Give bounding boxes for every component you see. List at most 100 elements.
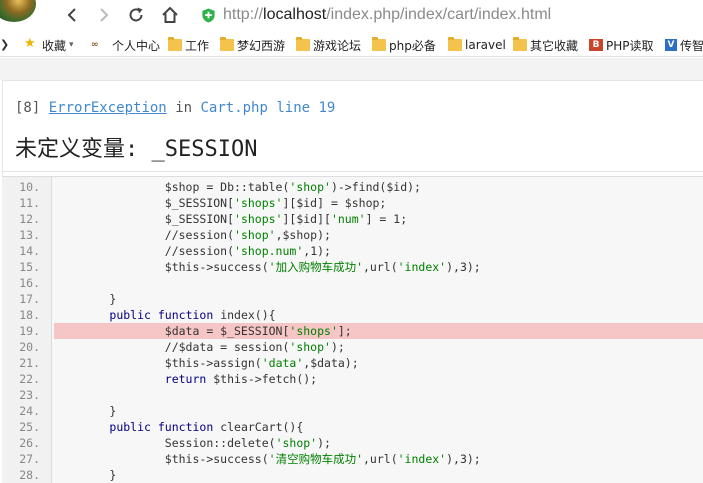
bookmark-folder-mhxy[interactable]: 梦幻西游 xyxy=(220,36,285,54)
shield-icon xyxy=(202,7,215,23)
line-source: //session('shop.num',1); xyxy=(54,244,331,258)
divider xyxy=(3,171,703,172)
reload-icon xyxy=(129,7,143,22)
site-icon: B xyxy=(589,39,603,51)
bookmark-folder-work[interactable]: 工作 xyxy=(168,36,209,54)
code-line: 22. return $this->fetch(); xyxy=(2,371,703,387)
line-source: $this->success('加入购物车成功',url('index'),3)… xyxy=(54,260,481,274)
line-number: 26. xyxy=(19,436,40,450)
line-source: //session('shop',$shop); xyxy=(54,228,331,242)
code-line: 17. } xyxy=(2,291,703,307)
folder-icon xyxy=(448,37,462,51)
code-line: 27. $this->success('清空购物车成功',url('index'… xyxy=(2,451,703,467)
line-source: $this->assign('data',$data); xyxy=(54,356,359,370)
url-scheme: http:// xyxy=(223,6,264,23)
bookmark-label: 其它收藏 xyxy=(530,38,579,53)
exception-class-link[interactable]: ErrorException xyxy=(49,100,167,116)
line-source: return $this->fetch(); xyxy=(164,372,318,386)
line-source: $shop = Db::table('shop')->find($id); xyxy=(54,180,421,194)
line-number: 17. xyxy=(19,292,40,306)
code-line: 12. $_SESSION['shops'][$id]['num'] = 1; xyxy=(2,211,703,227)
bookmark-folder-other[interactable]: 其它收藏 xyxy=(513,36,578,54)
code-line: 25. public function clearCart(){ xyxy=(2,419,703,435)
error-in-label: in xyxy=(175,100,193,116)
bookmark-folder-game-forum[interactable]: 游戏论坛 xyxy=(296,36,361,54)
line-source: public function clearCart(){ xyxy=(109,420,304,434)
bookmark-label: PHP读取 xyxy=(606,38,654,53)
star-icon: ★ xyxy=(24,36,36,51)
line-source: public function index(){ xyxy=(109,308,276,322)
line-number: 18. xyxy=(19,308,40,322)
bookmark-label: 游戏论坛 xyxy=(313,38,362,53)
logo-icon: ∞ xyxy=(91,40,99,50)
line-source: } xyxy=(54,468,117,482)
bookmark-folder-php[interactable]: php必备 xyxy=(372,36,436,54)
code-line: 26. Session::delete('shop'); xyxy=(2,435,703,451)
url-host: localhost xyxy=(263,6,327,23)
folder-icon xyxy=(372,37,386,51)
code-line: 18. public function index(){ xyxy=(2,307,703,323)
bookmark-chuanzhi[interactable]: V 传智 xyxy=(665,36,703,54)
line-number: 21. xyxy=(19,356,40,370)
line-number: 28. xyxy=(19,468,40,482)
line-source: } xyxy=(54,292,117,306)
code-line: 15. $this->success('加入购物车成功',url('index'… xyxy=(2,259,703,275)
error-header: [8] ErrorException in Cart.php line 19 xyxy=(15,100,335,116)
site-icon: V xyxy=(665,39,677,51)
code-line: 28. } xyxy=(2,467,703,483)
line-number: 20. xyxy=(19,340,40,354)
bookmark-label: 梦幻西游 xyxy=(237,38,286,53)
page-margin xyxy=(0,58,703,80)
line-source: $_SESSION['shops'][$id] = $shop; xyxy=(54,196,387,210)
back-button[interactable] xyxy=(61,4,83,26)
line-number: 16. xyxy=(19,276,40,290)
bookmark-label: 个人中心 xyxy=(112,38,161,53)
url-text[interactable]: http://localhost/index.php/index/cart/in… xyxy=(223,6,551,24)
source-code-panel: 10. $shop = Db::table('shop')->find($id)… xyxy=(2,176,703,483)
user-avatar[interactable] xyxy=(0,0,36,22)
reload-button[interactable] xyxy=(125,4,147,26)
line-number: 12. xyxy=(19,212,40,226)
bookmark-label: laravel xyxy=(465,38,506,52)
code-line: 13. //session('shop',$shop); xyxy=(2,227,703,243)
bookmark-php-read[interactable]: B PHP读取 xyxy=(589,36,654,54)
bookmarks-bar: ❯ ★ 收藏 ▾ ∞ 个人中心 工作 梦幻西游 游戏论坛 php必备 larav… xyxy=(0,33,703,57)
back-arrow-icon xyxy=(67,8,76,22)
home-icon xyxy=(162,6,178,23)
line-source: } xyxy=(54,404,117,418)
line-number: 14. xyxy=(19,244,40,258)
forward-arrow-icon xyxy=(100,8,109,22)
error-code: [8] xyxy=(15,100,41,116)
line-number: 11. xyxy=(19,196,40,210)
bookmark-personal-center[interactable]: ∞ 个人中心 xyxy=(91,36,160,54)
bookmark-folder-laravel[interactable]: laravel xyxy=(448,36,506,54)
error-message: 未定义变量: _SESSION xyxy=(15,137,258,162)
home-button[interactable] xyxy=(159,4,181,26)
code-line: 10. $shop = Db::table('shop')->find($id)… xyxy=(2,179,703,195)
line-number: 25. xyxy=(19,420,40,434)
line-number: 15. xyxy=(19,260,40,274)
address-bar[interactable]: http://localhost/index.php/index/cart/in… xyxy=(201,4,551,26)
error-file-location: Cart.php line 19 xyxy=(200,100,336,116)
line-source: //$data = session('shop'); xyxy=(54,340,345,354)
browser-toolbar: http://localhost/index.php/index/cart/in… xyxy=(0,0,703,30)
line-source: $_SESSION['shops'][$id]['num'] = 1; xyxy=(54,212,408,226)
line-source: $data = $_SESSION['shops']; xyxy=(54,323,703,339)
bookmark-label: 传智 xyxy=(680,38,703,53)
code-line: 16. xyxy=(2,275,703,291)
code-line: 24. } xyxy=(2,403,703,419)
bookmark-label: 收藏 xyxy=(42,38,67,53)
folder-icon xyxy=(513,37,527,51)
line-source: $this->success('清空购物车成功',url('index'),3)… xyxy=(54,452,481,466)
bookmark-label: php必备 xyxy=(389,38,436,53)
line-number: 19. xyxy=(19,324,40,338)
chevron-right-icon[interactable]: ❯ xyxy=(0,38,9,51)
folder-icon xyxy=(168,37,182,51)
url-path: /index.php/index/cart/index.html xyxy=(326,6,552,23)
line-number: 24. xyxy=(19,404,40,418)
line-number: 23. xyxy=(19,388,40,402)
code-line-error: 19. $data = $_SESSION['shops']; xyxy=(2,323,703,339)
forward-button[interactable] xyxy=(93,4,115,26)
line-number: 27. xyxy=(19,452,40,466)
bookmark-favorites[interactable]: ★ 收藏 ▾ xyxy=(24,36,74,54)
